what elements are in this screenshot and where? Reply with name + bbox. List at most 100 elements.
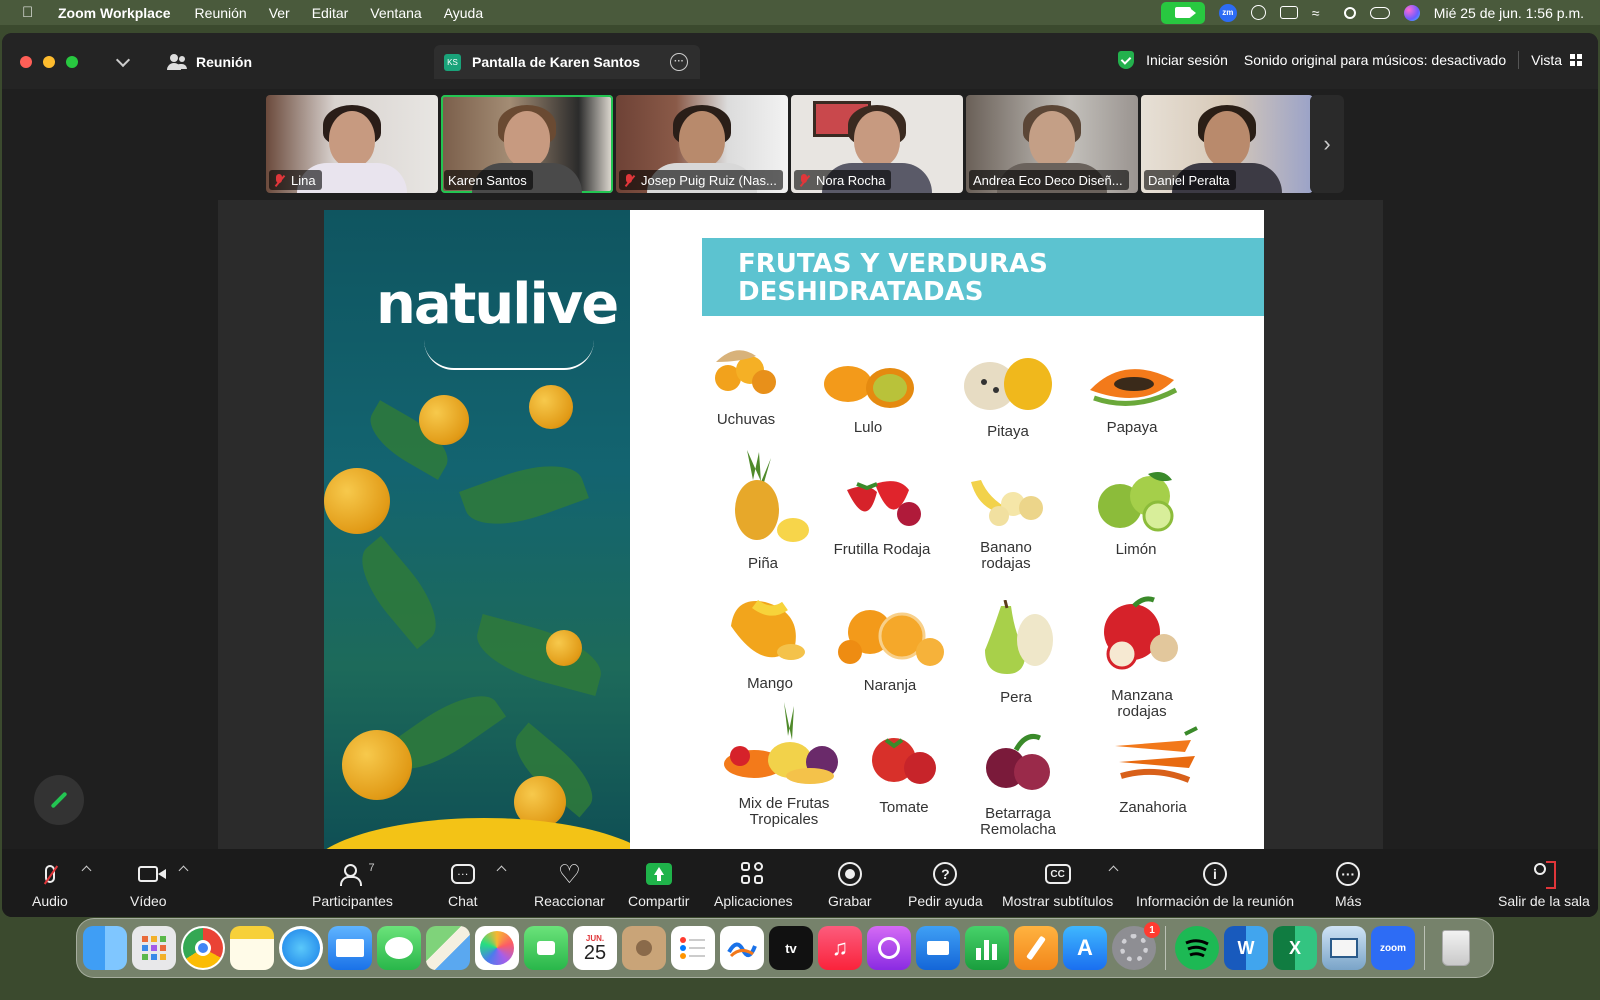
menu-item-reunion[interactable]: Reunión [195, 5, 247, 21]
video-tile-nora-rocha[interactable]: Nora Rocha [791, 95, 963, 193]
share-screen-button[interactable]: Compartir [628, 859, 689, 909]
zoom-app-icon[interactable]: zoom [1371, 926, 1415, 970]
banner-line-1: FRUTAS Y VERDURAS [738, 249, 1048, 279]
keynote-icon[interactable] [916, 926, 960, 970]
minimize-window-icon[interactable] [43, 56, 55, 68]
share-options-icon[interactable]: ··· [670, 53, 688, 71]
mail-icon[interactable] [328, 926, 372, 970]
zoom-window: Reunión KS Pantalla de Karen Santos ··· … [2, 33, 1598, 917]
menu-item-ayuda[interactable]: Ayuda [444, 5, 483, 21]
search-icon[interactable] [1343, 6, 1356, 19]
pera-illustration [985, 599, 1053, 674]
chevron-down-icon[interactable] [115, 52, 131, 68]
spotify-icon[interactable] [1175, 926, 1219, 970]
pages-icon[interactable] [1014, 926, 1058, 970]
settings-notification-badge: 1 [1144, 922, 1160, 938]
grid-view-icon[interactable] [1570, 54, 1582, 66]
video-options-caret[interactable] [178, 865, 189, 876]
audio-button[interactable]: Audio [32, 859, 68, 909]
messages-icon[interactable] [377, 926, 421, 970]
video-tile-josep-puig-ruiz[interactable]: Josep Puig Ruiz (Nas... [616, 95, 788, 193]
play-icon[interactable] [1250, 5, 1266, 20]
chrome-icon[interactable] [181, 926, 225, 970]
contacts-icon[interactable] [622, 926, 666, 970]
product-label: Piña [747, 555, 779, 572]
calendar-icon[interactable]: JUN. 25 [573, 926, 617, 970]
wifi-icon[interactable]: ≈ [1312, 6, 1330, 20]
menu-item-editar[interactable]: Editar [312, 5, 349, 21]
music-icon[interactable]: ♫ [818, 926, 862, 970]
share-screen-icon [645, 863, 672, 885]
naranja-illustration [838, 610, 944, 666]
facetime-icon[interactable] [524, 926, 568, 970]
maps-icon[interactable] [426, 926, 470, 970]
video-tile-lina[interactable]: Lina [266, 95, 438, 193]
banner-line-2: DESHIDRATADAS [738, 277, 984, 307]
video-tile-karen-santos[interactable]: Karen Santos [441, 95, 613, 193]
title-bar: Reunión KS Pantalla de Karen Santos ··· … [2, 33, 1598, 89]
trash-icon[interactable] [1434, 926, 1478, 970]
launchpad-icon[interactable] [132, 926, 176, 970]
fullscreen-window-icon[interactable] [66, 56, 78, 68]
camera-in-use-icon[interactable] [1160, 1, 1205, 24]
pina-illustration [735, 450, 809, 542]
chevron-right-icon: › [1323, 131, 1331, 156]
audio-options-caret[interactable] [81, 865, 92, 876]
tab-meeting[interactable]: Reunión [166, 45, 252, 79]
finder-icon[interactable] [83, 926, 127, 970]
security-shield-icon[interactable] [1118, 51, 1135, 69]
view-button-label[interactable]: Vista [1531, 52, 1562, 68]
meeting-info-button[interactable]: i Información de la reunión [1136, 859, 1294, 909]
control-center-icon[interactable] [1369, 6, 1390, 19]
podcasts-icon[interactable] [867, 926, 911, 970]
menubar-datetime[interactable]: Mié 25 de jun. 1:56 p.m. [1434, 5, 1584, 21]
close-window-icon[interactable] [20, 56, 32, 68]
screen-mirror-icon[interactable] [1279, 6, 1298, 19]
preview-icon[interactable] [1322, 926, 1366, 970]
word-icon[interactable]: W [1224, 926, 1268, 970]
system-settings-icon[interactable]: 1 [1112, 922, 1160, 970]
siri-icon[interactable] [1403, 4, 1420, 21]
tab-screen-share[interactable]: KS Pantalla de Karen Santos ··· [434, 45, 700, 79]
reminders-icon[interactable] [671, 926, 715, 970]
zoom-menubar-icon[interactable]: zm [1218, 3, 1237, 22]
leave-room-button[interactable]: Salir de la sala [1498, 859, 1590, 909]
more-icon: ··· [1336, 862, 1361, 886]
annotate-button[interactable] [34, 775, 84, 825]
safari-icon[interactable] [279, 926, 323, 970]
product-label: Banano rodajas [980, 539, 1032, 572]
apple-tv-icon[interactable]: tv [769, 926, 813, 970]
product-banano: Banano rodajas [956, 474, 1056, 572]
video-tile-andrea-eco-deco[interactable]: Andrea Eco Deco Diseñ... [966, 95, 1138, 193]
more-button[interactable]: ··· Más [1335, 859, 1361, 909]
freeform-icon[interactable] [720, 926, 764, 970]
chat-options-caret[interactable] [496, 865, 507, 876]
excel-label: X [1288, 937, 1301, 958]
calendar-day: 25 [583, 941, 607, 964]
dock-divider [1165, 926, 1166, 970]
chat-button[interactable]: Chat [448, 859, 478, 909]
signin-link[interactable]: Iniciar sesión [1146, 52, 1228, 68]
captions-button[interactable]: CC Mostrar subtítulos [1002, 859, 1113, 909]
photos-icon[interactable] [475, 926, 519, 970]
product-label: Manzana rodajas [1111, 687, 1173, 720]
product-pitaya: Pitaya [958, 356, 1058, 440]
app-store-icon[interactable]: A [1063, 926, 1107, 970]
apps-button[interactable]: Aplicaciones [714, 859, 793, 909]
ask-help-button[interactable]: ? Pedir ayuda [908, 859, 983, 909]
excel-icon[interactable]: X [1273, 926, 1317, 970]
notes-icon[interactable] [230, 926, 274, 970]
menu-item-ventana[interactable]: Ventana [370, 5, 421, 21]
apple-icon[interactable]:  [22, 4, 42, 21]
numbers-icon[interactable] [965, 926, 1009, 970]
record-button[interactable]: Grabar [828, 859, 872, 909]
menu-item-ver[interactable]: Ver [269, 5, 290, 21]
react-button[interactable]: ♡ Reaccionar [534, 859, 605, 909]
video-button[interactable]: Vídeo [130, 859, 167, 909]
participants-button[interactable]: 7 Participantes [312, 859, 393, 909]
menu-app-name[interactable]: Zoom Workplace [58, 5, 171, 21]
next-participants-button[interactable]: › [1310, 95, 1344, 193]
original-sound-toggle[interactable]: Sonido original para músicos: desactivad… [1244, 52, 1506, 68]
participant-name-tag: Lina [269, 170, 322, 190]
video-tile-daniel-peralta[interactable]: Daniel Peralta [1141, 95, 1313, 193]
